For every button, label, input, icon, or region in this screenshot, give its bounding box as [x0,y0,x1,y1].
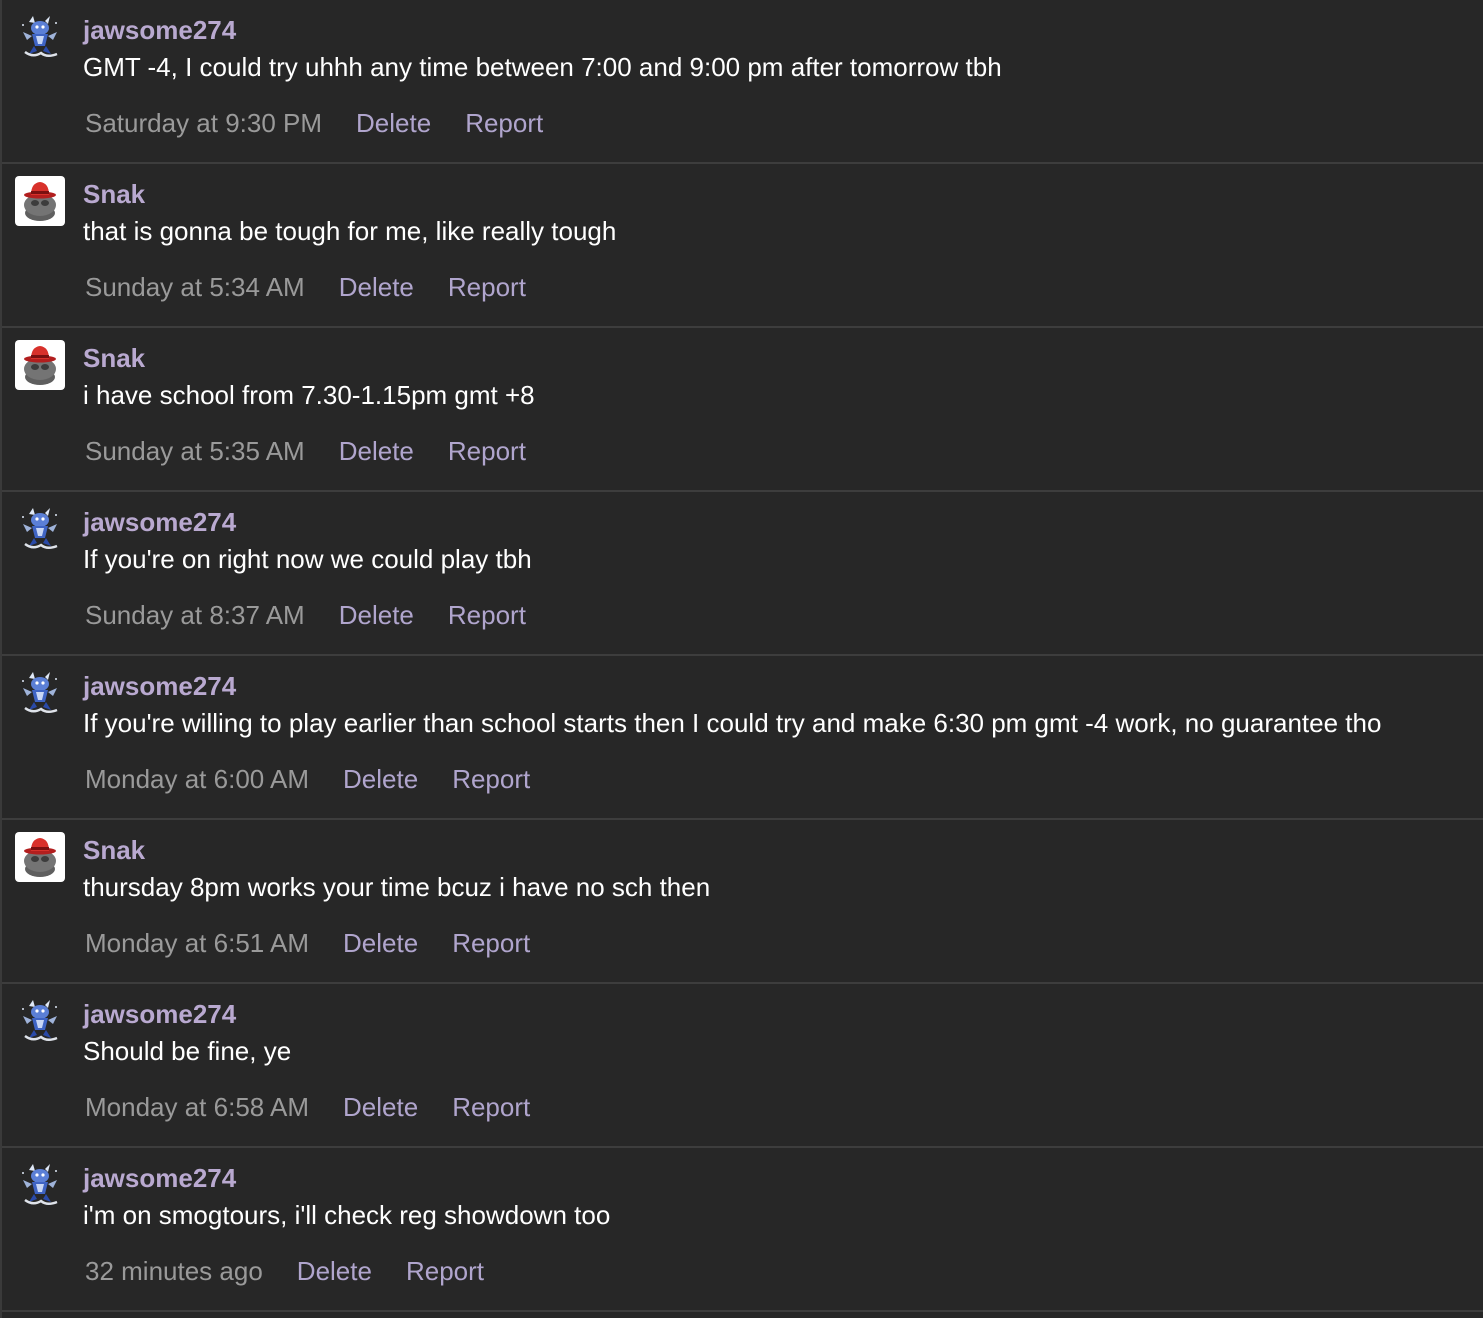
username-link[interactable]: jawsome274 [83,14,236,46]
message: jawsome274 If you're on right now we cou… [2,492,1483,656]
dragon-sprite-icon [15,504,65,554]
username-link[interactable]: jawsome274 [83,670,236,702]
avatar[interactable] [15,504,65,554]
message-text: Should be fine, ye [83,1036,292,1066]
message: jawsome274 i'm on smogtours, i'll check … [2,1148,1483,1312]
message-text: If you're willing to play earlier than s… [83,708,1382,738]
username-link[interactable]: Snak [83,834,145,866]
red-hat-pot-icon [15,176,65,226]
message-text: If you're on right now we could play tbh [83,544,532,574]
username-link[interactable]: jawsome274 [83,506,236,538]
timestamp-link[interactable]: Saturday at 9:30 PM [85,106,322,140]
delete-button[interactable]: Delete [339,434,414,468]
avatar[interactable] [15,12,65,62]
timestamp-link[interactable]: 32 minutes ago [85,1254,263,1288]
avatar[interactable] [15,996,65,1046]
message-meta: Monday at 6:00 AM Delete Report [85,762,530,796]
username-link[interactable]: jawsome274 [83,1162,236,1194]
dragon-sprite-icon [15,668,65,718]
report-button[interactable]: Report [452,762,530,796]
avatar[interactable] [15,668,65,718]
username-link[interactable]: jawsome274 [83,998,236,1030]
message-meta: 32 minutes ago Delete Report [85,1254,484,1288]
message-meta: Monday at 6:51 AM Delete Report [85,926,530,960]
report-button[interactable]: Report [448,270,526,304]
message-text: i'm on smogtours, i'll check reg showdow… [83,1200,611,1230]
timestamp-link[interactable]: Monday at 6:51 AM [85,926,309,960]
avatar[interactable] [15,1160,65,1210]
message: jawsome274 GMT -4, I could try uhhh any … [2,0,1483,164]
message: Snak i have school from 7.30-1.15pm gmt … [2,328,1483,492]
message: Snak thursday 8pm works your time bcuz i… [2,820,1483,984]
message-meta: Sunday at 8:37 AM Delete Report [85,598,526,632]
message-text: i have school from 7.30-1.15pm gmt +8 [83,380,535,410]
report-button[interactable]: Report [448,598,526,632]
red-hat-pot-icon [15,832,65,882]
message-text: GMT -4, I could try uhhh any time betwee… [83,52,1002,82]
dragon-sprite-icon [15,1160,65,1210]
delete-button[interactable]: Delete [343,1090,418,1124]
message-text: that is gonna be tough for me, like real… [83,216,617,246]
message-meta: Sunday at 5:35 AM Delete Report [85,434,526,468]
message: jawsome274 Should be fine, ye Monday at … [2,984,1483,1148]
username-link[interactable]: Snak [83,178,145,210]
timestamp-link[interactable]: Sunday at 8:37 AM [85,598,305,632]
delete-button[interactable]: Delete [356,106,431,140]
report-button[interactable]: Report [448,434,526,468]
timestamp-link[interactable]: Sunday at 5:34 AM [85,270,305,304]
message-meta: Monday at 6:58 AM Delete Report [85,1090,530,1124]
report-button[interactable]: Report [406,1254,484,1288]
thread-bottom [2,1312,1483,1318]
timestamp-link[interactable]: Monday at 6:58 AM [85,1090,309,1124]
red-hat-pot-icon [15,340,65,390]
avatar[interactable] [15,340,65,390]
delete-button[interactable]: Delete [343,762,418,796]
username-link[interactable]: Snak [83,342,145,374]
delete-button[interactable]: Delete [343,926,418,960]
dragon-sprite-icon [15,996,65,1046]
message: Snak that is gonna be tough for me, like… [2,164,1483,328]
report-button[interactable]: Report [452,926,530,960]
message-text: thursday 8pm works your time bcuz i have… [83,872,711,902]
avatar[interactable] [15,832,65,882]
report-button[interactable]: Report [452,1090,530,1124]
message-meta: Saturday at 9:30 PM Delete Report [85,106,543,140]
message-meta: Sunday at 5:34 AM Delete Report [85,270,526,304]
report-button[interactable]: Report [465,106,543,140]
conversation-thread: jawsome274 GMT -4, I could try uhhh any … [0,0,1483,1318]
avatar[interactable] [15,176,65,226]
delete-button[interactable]: Delete [339,270,414,304]
delete-button[interactable]: Delete [339,598,414,632]
dragon-sprite-icon [15,12,65,62]
timestamp-link[interactable]: Monday at 6:00 AM [85,762,309,796]
timestamp-link[interactable]: Sunday at 5:35 AM [85,434,305,468]
delete-button[interactable]: Delete [297,1254,372,1288]
message: jawsome274 If you're willing to play ear… [2,656,1483,820]
